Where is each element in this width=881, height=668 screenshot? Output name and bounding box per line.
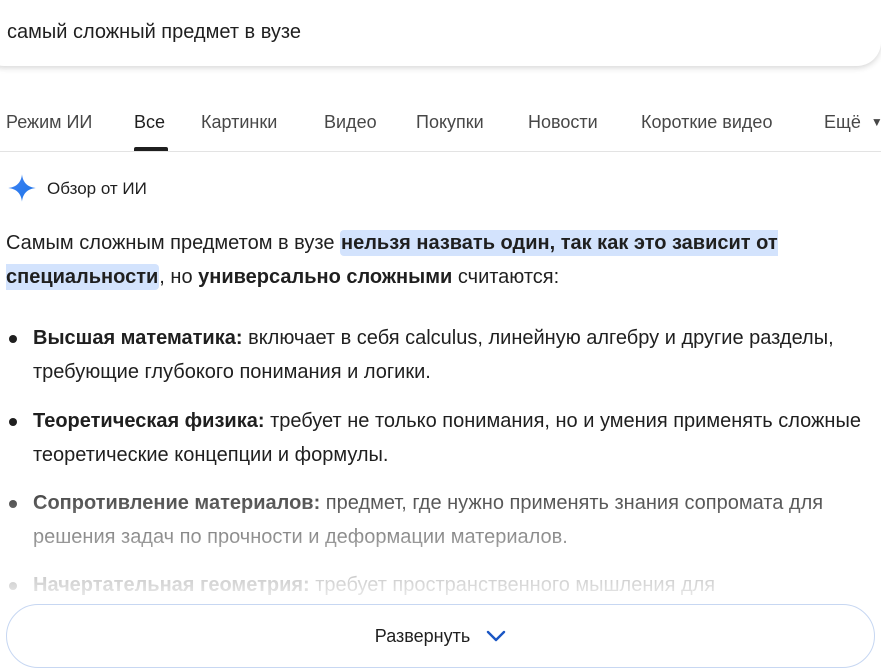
ai-spark-icon: [8, 174, 36, 202]
expand-button[interactable]: Развернуть: [6, 604, 875, 668]
intro-text-2: , но: [159, 266, 199, 288]
ai-overview-intro: Самым сложным предметом в вузе нельзя на…: [6, 226, 876, 294]
list-item: Высшая математика: включает в себя calcu…: [9, 321, 873, 389]
bullet-icon: [9, 582, 17, 590]
tab-more-label: Ещё: [824, 112, 861, 132]
bullet-icon: [9, 418, 17, 426]
bullet-icon: [9, 500, 17, 508]
chevron-down-icon: [487, 630, 506, 642]
tab-images[interactable]: Картинки: [201, 110, 277, 134]
list-item-term: Высшая математика:: [33, 327, 243, 349]
list-item-text: требует пространственного мышления для: [309, 574, 716, 596]
list-item: Начертательная геометрия: требует простр…: [9, 568, 873, 602]
intro-text-1: Самым сложным предметом в вузе: [6, 232, 340, 254]
intro-bold: универсально сложными: [198, 266, 453, 288]
tab-shopping[interactable]: Покупки: [416, 110, 484, 134]
tab-all[interactable]: Все: [134, 110, 165, 134]
search-query-text[interactable]: самый сложный предмет в вузе: [7, 20, 301, 44]
list-item: Сопротивление материалов: предмет, где н…: [9, 486, 873, 554]
tab-videos[interactable]: Видео: [324, 110, 377, 134]
list-item: Теоретическая физика: требует не только …: [9, 404, 873, 472]
tab-more[interactable]: Ещё ▼: [824, 110, 881, 134]
expand-button-label: Развернуть: [374, 625, 471, 646]
search-tabs: Режим ИИ Все Картинки Видео Покупки Ново…: [0, 98, 881, 152]
list-item-term: Начертательная геометрия:: [33, 574, 310, 596]
tab-short-videos[interactable]: Короткие видео: [641, 110, 772, 134]
bullet-icon: [9, 335, 17, 343]
tab-ai-mode[interactable]: Режим ИИ: [6, 110, 92, 134]
active-tab-indicator: [134, 147, 168, 151]
list-item-term: Теоретическая физика:: [33, 410, 265, 432]
intro-text-3: считаются:: [452, 266, 560, 288]
caret-down-icon: ▼: [870, 115, 881, 129]
ai-overview-title: Обзор от ИИ: [47, 179, 147, 198]
list-item-term: Сопротивление материалов:: [33, 492, 321, 514]
tab-news[interactable]: Новости: [528, 110, 598, 134]
